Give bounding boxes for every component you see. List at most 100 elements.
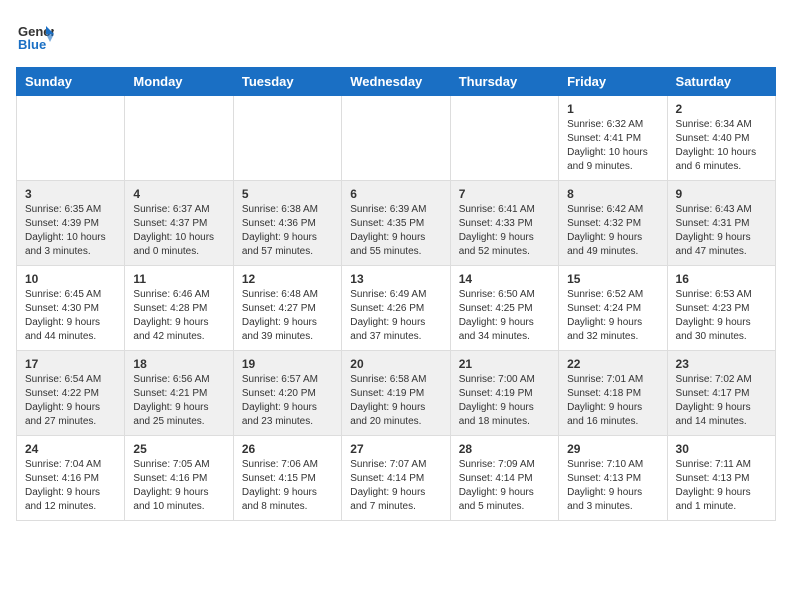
- day-info: Sunrise: 6:34 AM Sunset: 4:40 PM Dayligh…: [676, 118, 767, 174]
- day-number: 12: [242, 272, 333, 286]
- calendar-cell: 4 Sunrise: 6:37 AM Sunset: 4:37 PM Daylig…: [125, 181, 233, 266]
- day-number: 21: [459, 357, 550, 371]
- day-info: Sunrise: 6:35 AM Sunset: 4:39 PM Dayligh…: [25, 203, 116, 259]
- day-info: Sunrise: 6:52 AM Sunset: 4:24 PM Dayligh…: [567, 288, 658, 344]
- day-number: 5: [242, 187, 333, 201]
- calendar-cell: 27 Sunrise: 7:07 AM Sunset: 4:14 PM Dayli…: [342, 436, 450, 521]
- day-number: 26: [242, 442, 333, 456]
- day-info: Sunrise: 6:57 AM Sunset: 4:20 PM Dayligh…: [242, 373, 333, 429]
- calendar-cell: 5 Sunrise: 6:38 AM Sunset: 4:36 PM Daylig…: [233, 181, 341, 266]
- day-number: 7: [459, 187, 550, 201]
- day-number: 24: [25, 442, 116, 456]
- week-row-2: 3 Sunrise: 6:35 AM Sunset: 4:39 PM Daylig…: [17, 181, 776, 266]
- calendar-cell: 2 Sunrise: 6:34 AM Sunset: 4:40 PM Daylig…: [667, 96, 775, 181]
- weekday-header-sunday: Sunday: [17, 68, 125, 96]
- day-info: Sunrise: 6:42 AM Sunset: 4:32 PM Dayligh…: [567, 203, 658, 259]
- week-row-3: 10 Sunrise: 6:45 AM Sunset: 4:30 PM Dayli…: [17, 266, 776, 351]
- day-number: 29: [567, 442, 658, 456]
- day-number: 17: [25, 357, 116, 371]
- day-info: Sunrise: 6:39 AM Sunset: 4:35 PM Dayligh…: [350, 203, 441, 259]
- day-info: Sunrise: 6:38 AM Sunset: 4:36 PM Dayligh…: [242, 203, 333, 259]
- day-number: 9: [676, 187, 767, 201]
- calendar-cell: 15 Sunrise: 6:52 AM Sunset: 4:24 PM Dayli…: [559, 266, 667, 351]
- day-info: Sunrise: 6:53 AM Sunset: 4:23 PM Dayligh…: [676, 288, 767, 344]
- calendar-cell: 1 Sunrise: 6:32 AM Sunset: 4:41 PM Daylig…: [559, 96, 667, 181]
- calendar-cell: 16 Sunrise: 6:53 AM Sunset: 4:23 PM Dayli…: [667, 266, 775, 351]
- calendar-cell: 28Sunrise: 7:09 AM Sunset: 4:14 PM Dayli…: [450, 436, 558, 521]
- day-info: Sunrise: 6:32 AM Sunset: 4:41 PM Dayligh…: [567, 118, 658, 174]
- calendar-cell: 10 Sunrise: 6:45 AM Sunset: 4:30 PM Dayli…: [17, 266, 125, 351]
- calendar-cell: 9 Sunrise: 6:43 AM Sunset: 4:31 PM Daylig…: [667, 181, 775, 266]
- weekday-header-friday: Friday: [559, 68, 667, 96]
- day-number: 1: [567, 102, 658, 116]
- day-number: 19: [242, 357, 333, 371]
- day-number: 16: [676, 272, 767, 286]
- day-number: 27: [350, 442, 441, 456]
- day-info: Sunrise: 7:09 AM Sunset: 4:14 PM Dayligh…: [459, 458, 550, 514]
- calendar-cell: [450, 96, 558, 181]
- day-number: 3: [25, 187, 116, 201]
- day-info: Sunrise: 6:56 AM Sunset: 4:21 PM Dayligh…: [133, 373, 224, 429]
- day-info: Sunrise: 7:04 AM Sunset: 4:16 PM Dayligh…: [25, 458, 116, 514]
- calendar-cell: 14Sunrise: 6:50 AM Sunset: 4:25 PM Dayli…: [450, 266, 558, 351]
- day-info: Sunrise: 6:58 AM Sunset: 4:19 PM Dayligh…: [350, 373, 441, 429]
- day-number: 15: [567, 272, 658, 286]
- calendar-cell: [342, 96, 450, 181]
- day-number: 2: [676, 102, 767, 116]
- day-info: Sunrise: 6:46 AM Sunset: 4:28 PM Dayligh…: [133, 288, 224, 344]
- weekday-header-wednesday: Wednesday: [342, 68, 450, 96]
- calendar-cell: 12Sunrise: 6:48 AM Sunset: 4:27 PM Dayli…: [233, 266, 341, 351]
- day-number: 30: [676, 442, 767, 456]
- week-row-1: 1 Sunrise: 6:32 AM Sunset: 4:41 PM Daylig…: [17, 96, 776, 181]
- day-info: Sunrise: 6:43 AM Sunset: 4:31 PM Dayligh…: [676, 203, 767, 259]
- calendar-cell: 22 Sunrise: 7:01 AM Sunset: 4:18 PM Dayli…: [559, 351, 667, 436]
- calendar-cell: 13Sunrise: 6:49 AM Sunset: 4:26 PM Dayli…: [342, 266, 450, 351]
- day-info: Sunrise: 7:07 AM Sunset: 4:14 PM Dayligh…: [350, 458, 441, 514]
- week-row-4: 17 Sunrise: 6:54 AM Sunset: 4:22 PM Dayli…: [17, 351, 776, 436]
- calendar-cell: [233, 96, 341, 181]
- calendar-cell: 29Sunrise: 7:10 AM Sunset: 4:13 PM Dayli…: [559, 436, 667, 521]
- day-number: 20: [350, 357, 441, 371]
- calendar-cell: 26 Sunrise: 7:06 AM Sunset: 4:15 PM Dayli…: [233, 436, 341, 521]
- day-info: Sunrise: 7:11 AM Sunset: 4:13 PM Dayligh…: [676, 458, 767, 514]
- day-number: 22: [567, 357, 658, 371]
- calendar-cell: 17 Sunrise: 6:54 AM Sunset: 4:22 PM Dayli…: [17, 351, 125, 436]
- logo-icon: General Blue: [16, 16, 54, 54]
- calendar-cell: 19 Sunrise: 6:57 AM Sunset: 4:20 PM Dayli…: [233, 351, 341, 436]
- calendar-cell: 3 Sunrise: 6:35 AM Sunset: 4:39 PM Daylig…: [17, 181, 125, 266]
- calendar-cell: 25Sunrise: 7:05 AM Sunset: 4:16 PM Dayli…: [125, 436, 233, 521]
- day-number: 6: [350, 187, 441, 201]
- week-row-5: 24 Sunrise: 7:04 AM Sunset: 4:16 PM Dayli…: [17, 436, 776, 521]
- weekday-header-monday: Monday: [125, 68, 233, 96]
- calendar-cell: 23Sunrise: 7:02 AM Sunset: 4:17 PM Dayli…: [667, 351, 775, 436]
- day-number: 11: [133, 272, 224, 286]
- calendar-table: SundayMondayTuesdayWednesdayThursdayFrid…: [16, 67, 776, 521]
- day-info: Sunrise: 6:54 AM Sunset: 4:22 PM Dayligh…: [25, 373, 116, 429]
- day-number: 13: [350, 272, 441, 286]
- day-info: Sunrise: 7:00 AM Sunset: 4:19 PM Dayligh…: [459, 373, 550, 429]
- calendar-cell: 11 Sunrise: 6:46 AM Sunset: 4:28 PM Dayli…: [125, 266, 233, 351]
- day-number: 14: [459, 272, 550, 286]
- day-info: Sunrise: 7:06 AM Sunset: 4:15 PM Dayligh…: [242, 458, 333, 514]
- calendar-cell: 20 Sunrise: 6:58 AM Sunset: 4:19 PM Dayli…: [342, 351, 450, 436]
- day-number: 18: [133, 357, 224, 371]
- logo: General Blue: [16, 16, 54, 59]
- day-number: 4: [133, 187, 224, 201]
- day-info: Sunrise: 6:45 AM Sunset: 4:30 PM Dayligh…: [25, 288, 116, 344]
- calendar-cell: 21 Sunrise: 7:00 AM Sunset: 4:19 PM Dayli…: [450, 351, 558, 436]
- day-number: 23: [676, 357, 767, 371]
- header: General Blue: [16, 16, 776, 59]
- day-number: 25: [133, 442, 224, 456]
- weekday-header-row: SundayMondayTuesdayWednesdayThursdayFrid…: [17, 68, 776, 96]
- calendar-cell: 7 Sunrise: 6:41 AM Sunset: 4:33 PM Daylig…: [450, 181, 558, 266]
- day-number: 10: [25, 272, 116, 286]
- calendar-cell: 30 Sunrise: 7:11 AM Sunset: 4:13 PM Dayli…: [667, 436, 775, 521]
- day-info: Sunrise: 7:01 AM Sunset: 4:18 PM Dayligh…: [567, 373, 658, 429]
- day-info: Sunrise: 6:41 AM Sunset: 4:33 PM Dayligh…: [459, 203, 550, 259]
- weekday-header-saturday: Saturday: [667, 68, 775, 96]
- day-info: Sunrise: 6:37 AM Sunset: 4:37 PM Dayligh…: [133, 203, 224, 259]
- calendar-cell: 8 Sunrise: 6:42 AM Sunset: 4:32 PM Daylig…: [559, 181, 667, 266]
- calendar-cell: [125, 96, 233, 181]
- weekday-header-thursday: Thursday: [450, 68, 558, 96]
- day-number: 8: [567, 187, 658, 201]
